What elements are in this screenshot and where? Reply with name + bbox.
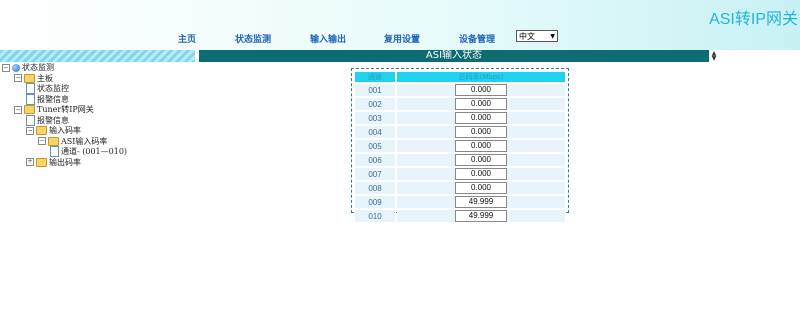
language-select[interactable]: 中文 ▼: [516, 30, 558, 42]
table-row: 009 49.999: [355, 196, 565, 208]
tree-node-label: 状态监测: [22, 63, 54, 72]
collapse-icon[interactable]: −: [38, 137, 46, 145]
tree-node[interactable]: 报警信息: [26, 114, 69, 126]
tree-node-label: 主板: [37, 73, 53, 83]
tree-node-label: 通道- (001—010): [61, 147, 128, 156]
nav-device-management[interactable]: 设备管理: [459, 32, 495, 45]
doc-icon: [26, 93, 35, 105]
table-row: 006 0.000: [355, 154, 565, 166]
scroll-arrows-icon[interactable]: ▲ ▼: [710, 51, 718, 62]
rate-cell: 0.000: [397, 154, 565, 166]
tree-node[interactable]: + 输出码率: [26, 157, 81, 168]
tree-node-label: ASI输入码率: [61, 136, 108, 146]
header: ASI转IP网关 主页 状态监测 输入输出 复用设置 设备管理 中文 ▼: [0, 0, 800, 50]
nav-mux-settings[interactable]: 复用设置: [384, 32, 420, 45]
rate-cell: 0.000: [397, 168, 565, 180]
expand-icon[interactable]: +: [26, 158, 34, 166]
rate-value-field: 0.000: [455, 98, 507, 110]
column-header-total-rate: 总码率(Mbps): [397, 72, 565, 82]
table-row: 004 0.000: [355, 126, 565, 138]
bitrate-table: 通道 总码率(Mbps) 001 0.000 002 0.000 003 0.000 004…: [353, 70, 567, 224]
rate-cell: 49.999: [397, 196, 565, 208]
tree-node-label: 报警信息: [37, 115, 69, 125]
channel-cell: 001: [355, 84, 395, 96]
nav-home[interactable]: 主页: [178, 32, 196, 45]
nav-input-output[interactable]: 输入输出: [310, 32, 346, 45]
tree-node[interactable]: 状态监控: [26, 83, 69, 94]
globe-icon: [12, 63, 20, 72]
rate-value-field: 0.000: [455, 140, 507, 152]
rate-value-field: 49.999: [455, 196, 507, 208]
tree-node-label: 状态监控: [37, 84, 69, 93]
doc-icon: [26, 83, 35, 94]
rate-value-field: 0.000: [455, 154, 507, 166]
collapse-icon[interactable]: −: [14, 74, 22, 82]
channel-cell: 005: [355, 140, 395, 152]
rate-cell: 0.000: [397, 112, 565, 124]
collapse-icon[interactable]: −: [14, 105, 22, 114]
page-title: ASI输入状态: [199, 50, 709, 62]
dropdown-arrow-icon: ▼: [550, 33, 555, 40]
rate-value-field: 0.000: [455, 84, 507, 96]
folder-icon: [24, 105, 35, 114]
tree-node[interactable]: − ASI输入码率: [38, 136, 107, 147]
table-row: 010 49.999: [355, 210, 565, 222]
tree-node[interactable]: − 状态监测: [2, 62, 54, 73]
rate-value-field: 0.000: [455, 182, 507, 194]
channel-cell: 006: [355, 154, 395, 166]
rate-value-field: 0.000: [455, 168, 507, 180]
doc-icon: [26, 114, 35, 126]
sidebar-header-bar: [0, 50, 195, 62]
channel-cell: 010: [355, 210, 395, 222]
tree-node[interactable]: 通道- (001—010): [50, 146, 127, 157]
channel-cell: 002: [355, 98, 395, 110]
rate-cell: 0.000: [397, 98, 565, 110]
rate-value-field: 0.000: [455, 112, 507, 124]
folder-icon: [36, 126, 47, 135]
doc-icon: [50, 146, 59, 157]
tree-node-label: Tuner转IP网关: [37, 105, 94, 114]
table-row: 005 0.000: [355, 140, 565, 152]
tree-node[interactable]: − 输入码率: [26, 125, 81, 136]
brand-title: ASI转IP网关: [709, 11, 798, 28]
table-row: 008 0.000: [355, 182, 565, 194]
tree-node-label: 报警信息: [37, 94, 69, 104]
channel-cell: 003: [355, 112, 395, 124]
nav-status-monitor[interactable]: 状态监测: [235, 32, 271, 45]
rate-value-field: 49.999: [455, 210, 507, 222]
rate-cell: 0.000: [397, 126, 565, 138]
rate-value-field: 0.000: [455, 126, 507, 138]
folder-icon: [36, 157, 47, 167]
table-row: 002 0.000: [355, 98, 565, 110]
status-panel: 通道 总码率(Mbps) 001 0.000 002 0.000 003 0.000 004…: [351, 68, 569, 222]
channel-cell: 009: [355, 196, 395, 208]
rate-cell: 0.000: [397, 140, 565, 152]
table-row: 001 0.000: [355, 84, 565, 96]
language-value: 中文: [519, 32, 535, 41]
channel-cell: 008: [355, 182, 395, 194]
channel-cell: 007: [355, 168, 395, 180]
rate-cell: 0.000: [397, 182, 565, 194]
folder-icon: [48, 136, 59, 146]
table-row: 003 0.000: [355, 112, 565, 124]
tree-node[interactable]: − Tuner转IP网关: [14, 104, 94, 115]
rate-cell: 49.999: [397, 210, 565, 222]
tree-node-label: 输出码率: [49, 157, 81, 167]
tree-node[interactable]: − 主板: [14, 73, 53, 84]
folder-icon: [24, 73, 35, 83]
collapse-icon[interactable]: −: [2, 63, 10, 72]
table-row: 007 0.000: [355, 168, 565, 180]
column-header-channel: 通道: [355, 72, 395, 82]
channel-cell: 004: [355, 126, 395, 138]
rate-cell: 0.000: [397, 84, 565, 96]
collapse-icon[interactable]: −: [26, 126, 34, 135]
tree-node[interactable]: 报警信息: [26, 93, 69, 105]
tree-node-label: 输入码率: [49, 126, 81, 135]
